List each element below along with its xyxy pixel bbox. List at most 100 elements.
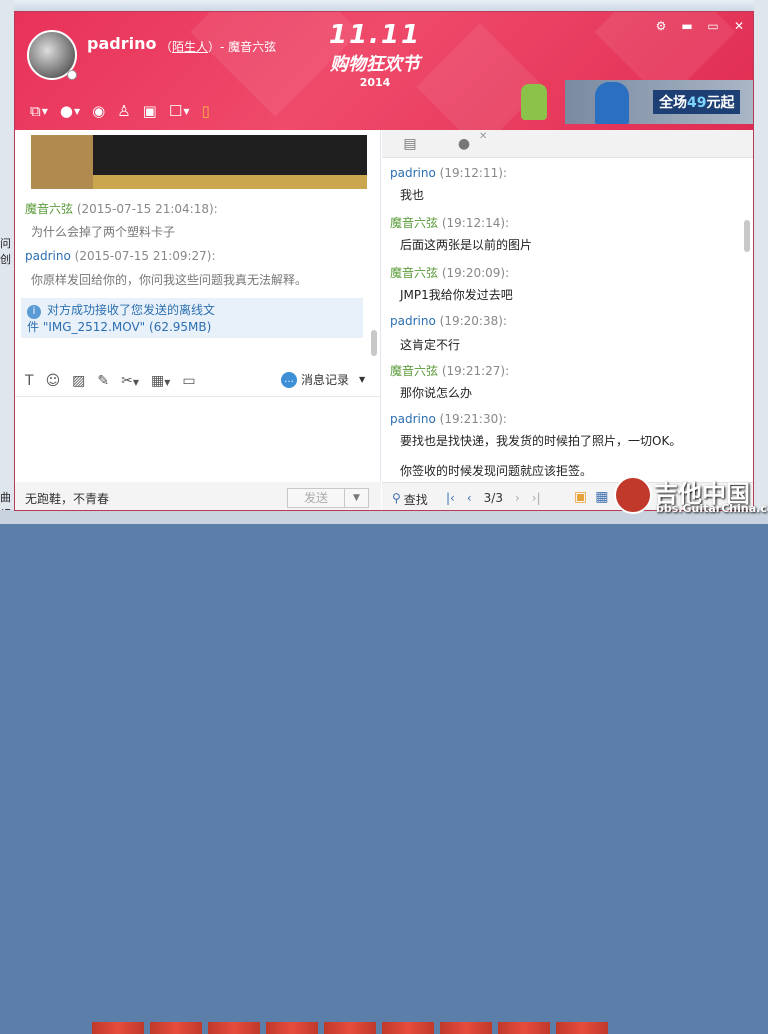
chevron-down-icon[interactable]: ▼ [359,375,365,384]
relation-suffix: ）- 魔音六弦 [208,40,277,54]
history-body: JMP1我给你发过去吧 [400,288,513,302]
background-left-text: 问创 [0,237,11,266]
maximize-icon[interactable]: ▭ [705,18,721,34]
ad-banner[interactable]: 全场49元起 [565,80,753,124]
info-icon: i [27,305,41,319]
message-time: (2015-07-15 21:09:27): [74,249,216,263]
chat-bubble-icon[interactable]: ● [452,136,476,152]
message-time: (2015-07-15 21:04:18): [76,202,218,216]
first-page-icon[interactable]: |‹ [446,491,455,505]
ad-person-image [595,82,629,124]
file-transfer-icon[interactable]: ⧉ ▼ [27,100,51,122]
history-header: padrino (19:12:11): [390,166,507,180]
pager: |‹ ‹ 3/3 › ›| [446,491,541,505]
history-time: (19:21:27): [441,364,510,378]
message-history-button[interactable]: … 消息记录 ▼ [281,371,365,388]
conversation-pane: 魔音六弦 (2015-07-15 21:04:18): 为什么会掉了两个塑料卡子… [15,130,381,510]
next-page-icon[interactable]: › [515,491,520,505]
history-header: 魔音六弦 (19:21:27): [390,362,509,379]
find-button[interactable]: ⚲ 查找 [392,491,428,508]
ad-text: 全场49元起 [653,90,741,114]
add-contact-icon[interactable]: ♙ [114,100,133,122]
history-time: (19:12:14): [441,216,510,230]
send-label[interactable]: 发送 [288,489,344,507]
microphone-icon[interactable]: ● ▼ [57,100,83,122]
contact-nickname[interactable]: padrino [87,34,156,53]
relation-prefix: （ [160,40,173,54]
history-body: 要找也是找快递，我发货的时候拍了照片，一切OK。 [400,434,682,448]
notice-line-1: 对方成功接收了您发送的离线文 [47,303,216,317]
send-button[interactable]: 发送 ▼ [287,488,369,508]
background-tile [556,1022,608,1034]
promo-banner-title[interactable]: 11.11 购物狂欢节 2014 [305,20,445,90]
message-header: 魔音六弦 (2015-07-15 21:04:18): [25,200,218,217]
background-tile [440,1022,492,1034]
history-body: 那你说怎么办 [400,386,473,400]
history-time: (19:20:38): [439,314,507,328]
window-controls: ⚙ ▬ ▭ ✕ [653,18,747,34]
banner-year: 2014 [359,76,391,89]
remote-assist-icon[interactable]: ☐ ▼ [166,100,193,122]
message-sender[interactable]: padrino [25,249,71,263]
history-sender[interactable]: padrino [390,412,436,426]
history-sender[interactable]: 魔音六弦 [390,216,438,230]
minimize-icon[interactable]: ▬ [679,18,695,34]
history-time: (19:20:09): [441,266,510,280]
status-icon [67,70,77,80]
history-sender[interactable]: 魔音六弦 [390,266,438,280]
notice-line-2: 件 "IMG_2512.MOV" (62.95MB) [27,320,212,334]
handwriting-icon[interactable]: ✎ [97,373,109,389]
ad-text-number: 49 [687,95,707,111]
history-body: 我也 [400,188,425,202]
background-tile [92,1022,144,1034]
photo-detail [93,175,367,189]
history-body: 这肯定不行 [400,338,461,352]
history-sender[interactable]: padrino [390,314,436,328]
font-icon[interactable]: T [25,373,34,389]
robot-mascot-icon[interactable] [521,84,547,120]
close-icon[interactable]: ✕ [479,131,487,142]
ad-text-suffix: 元起 [706,95,735,111]
history-header: 魔音六弦 (19:12:14): [390,214,509,231]
message-body: 为什么会掉了两个塑料卡子 [31,225,176,239]
screen-share-icon[interactable]: ▣ [140,100,160,122]
calendar-icon[interactable]: ▦▼ [151,373,170,389]
history-sender[interactable]: 魔音六弦 [390,364,438,378]
history-time: (19:21:30): [439,412,507,426]
relation-link[interactable]: 陌生人 [172,40,208,54]
history-body: 你签收的时候发现问题就应该拒签。 [400,464,593,478]
history-header: 魔音六弦 (19:20:09): [390,264,509,281]
background-tile [266,1022,318,1034]
background-tile [324,1022,376,1034]
image-gallery-icon[interactable]: ▣ [574,489,587,505]
send-options-icon[interactable]: ▼ [344,489,368,507]
message-input[interactable] [15,396,381,488]
gear-icon[interactable]: ⚙ [653,18,669,34]
history-header: padrino (19:20:38): [390,314,507,328]
history-pane: ▤ ● ✕ padrino (19:12:11): 我也 魔音六弦 (19:12… [382,130,753,510]
emoji-icon[interactable]: ☺ [46,373,61,389]
history-sender[interactable]: padrino [390,166,436,180]
message-sender[interactable]: 魔音六弦 [25,202,73,216]
search-icon: ⚲ [392,491,401,505]
calendar-icon[interactable]: ▦ [595,489,608,505]
shared-photo[interactable] [31,135,367,189]
banner-numbers: 11.11 [328,20,422,50]
screenshot-icon[interactable]: ✂▼ [121,373,139,389]
background-tile [498,1022,550,1034]
close-icon[interactable]: ✕ [731,18,747,34]
tv-icon[interactable]: ▭ [182,373,195,389]
last-page-icon[interactable]: ›| [532,491,541,505]
history-scrollbar[interactable] [744,220,750,252]
guitar-logo-icon [614,476,652,514]
conversation-scrollbar[interactable] [371,330,377,356]
history-label: 消息记录 [301,373,350,387]
prev-page-icon[interactable]: ‹ [467,491,472,505]
banner-slogan: 购物狂欢节 [330,54,420,75]
video-icon[interactable]: ◉ [89,100,108,122]
phone-icon[interactable]: ▯ [198,100,212,122]
background-left-strip: 问创 曲 (D:) [0,0,21,524]
contact-card-icon[interactable]: ▤ [398,136,422,152]
message-header: padrino (2015-07-15 21:09:27): [25,249,216,263]
image-icon[interactable]: ▨ [72,373,85,389]
